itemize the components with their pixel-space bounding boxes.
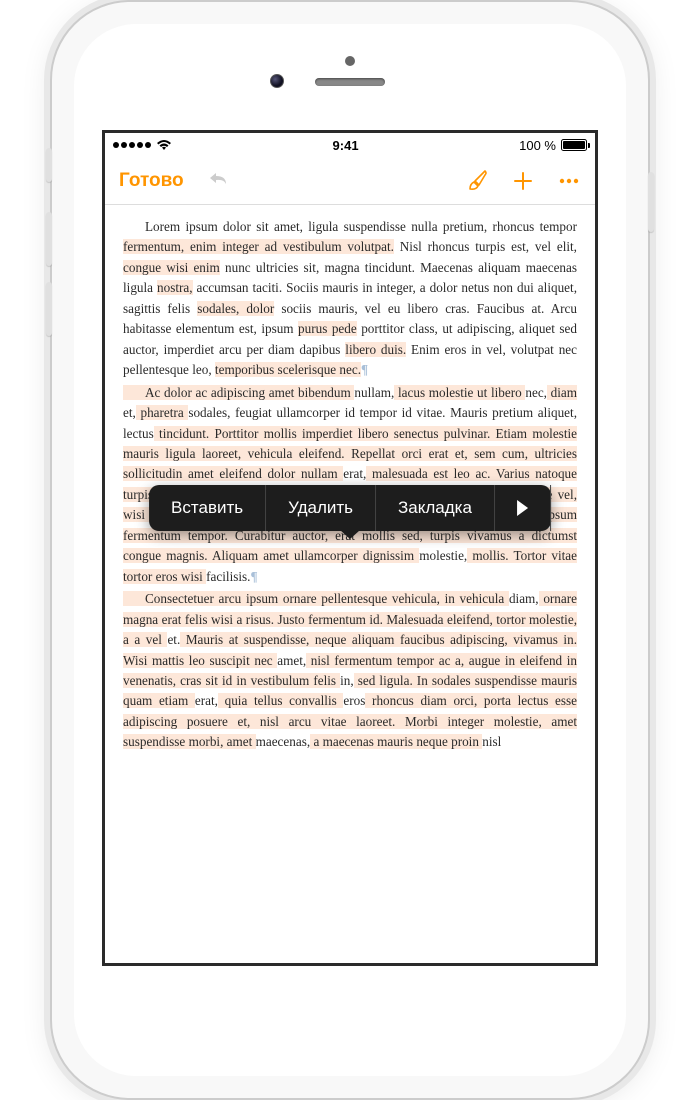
- triangle-right-icon: [517, 500, 528, 516]
- wifi-icon: [156, 139, 172, 151]
- phone-frame: 9:41 100 % Готово: [50, 0, 650, 1100]
- context-menu: Вставить Удалить Закладка: [149, 485, 551, 531]
- format-brush-button[interactable]: [465, 169, 489, 193]
- battery-percentage: 100 %: [519, 138, 556, 153]
- status-bar: 9:41 100 %: [105, 133, 595, 157]
- signal-strength-icon: [113, 142, 151, 148]
- menu-item-bookmark[interactable]: Закладка: [376, 485, 495, 531]
- screen: 9:41 100 % Готово: [102, 130, 598, 966]
- undo-button[interactable]: [206, 168, 232, 193]
- pilcrow-icon: ¶: [361, 362, 368, 377]
- phone-bezel: 9:41 100 % Готово: [74, 24, 626, 1076]
- front-camera: [270, 74, 284, 88]
- paragraph-1[interactable]: Lorem ipsum dolor sit amet, ligula suspe…: [123, 217, 577, 381]
- status-time: 9:41: [333, 138, 359, 153]
- mute-switch: [46, 148, 52, 182]
- menu-caret-icon: [340, 530, 360, 539]
- menu-item-delete[interactable]: Удалить: [266, 485, 376, 531]
- power-button: [648, 172, 654, 232]
- proximity-sensor: [345, 56, 355, 66]
- paragraph-3[interactable]: Consectetuer arcu ipsum ornare pellentes…: [123, 589, 577, 753]
- pilcrow-icon: ¶: [250, 569, 257, 584]
- toolbar: Готово: [105, 157, 595, 205]
- battery-icon: [561, 139, 587, 151]
- volume-up-button: [46, 212, 52, 266]
- done-button[interactable]: Готово: [119, 170, 184, 192]
- earpiece-speaker: [315, 78, 385, 86]
- menu-more-button[interactable]: [495, 485, 551, 531]
- menu-item-paste[interactable]: Вставить: [149, 485, 266, 531]
- more-button[interactable]: [557, 169, 581, 193]
- add-button[interactable]: [511, 169, 535, 193]
- volume-down-button: [46, 282, 52, 336]
